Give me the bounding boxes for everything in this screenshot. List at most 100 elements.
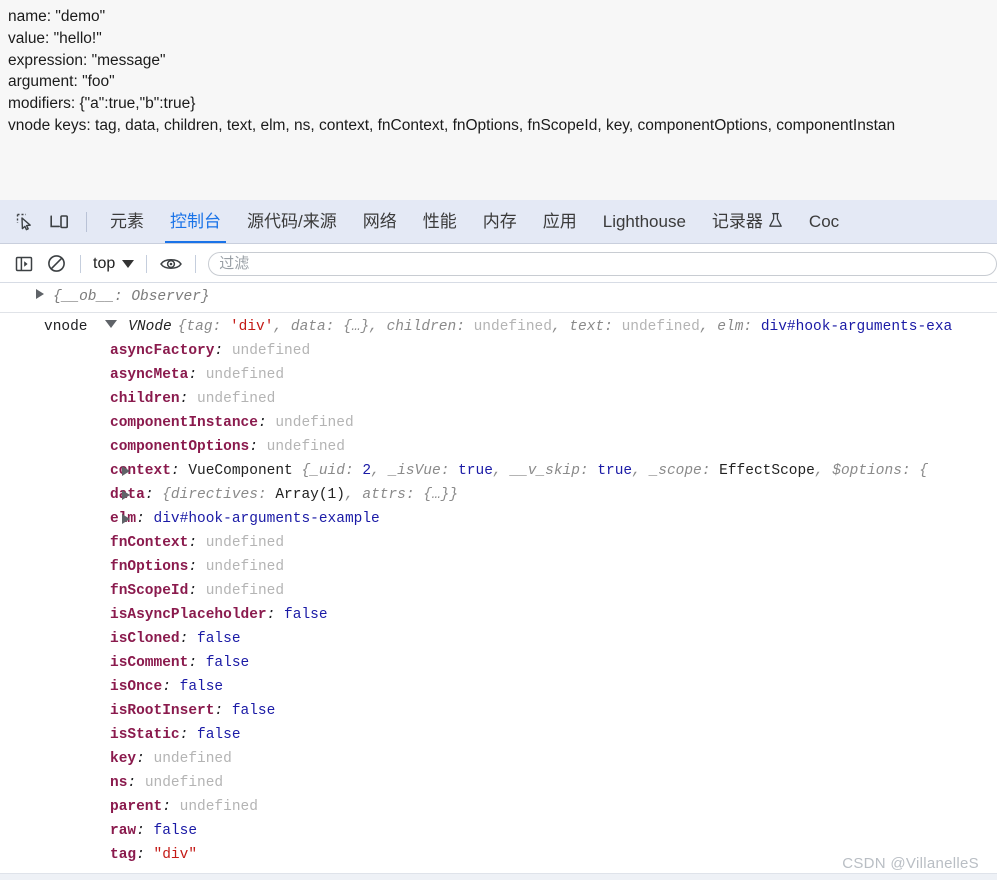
property-value: "div" xyxy=(153,847,198,863)
property-name: componentInstance xyxy=(110,415,258,431)
console-settings-eye-icon[interactable] xyxy=(155,250,187,278)
value-dom[interactable]: div#hook-arguments-exa xyxy=(761,319,952,335)
chevron-down-icon xyxy=(122,259,135,268)
property-colon: : xyxy=(188,583,206,599)
property-colon: : xyxy=(188,655,206,671)
property-value: undefined xyxy=(205,535,285,551)
property-colon: : xyxy=(179,391,198,407)
property-colon: : xyxy=(162,679,180,695)
property-value: undefined xyxy=(275,415,354,431)
device-toolbar-icon[interactable] xyxy=(42,207,76,237)
expand-triangle-icon[interactable] xyxy=(122,514,130,524)
property-colon: : xyxy=(249,439,267,455)
property-value: false xyxy=(231,703,276,719)
devtools-tab-网络[interactable]: 网络 xyxy=(350,200,410,244)
inspect-element-icon[interactable] xyxy=(8,207,42,237)
expand-triangle-icon[interactable] xyxy=(122,490,130,500)
property-row-data[interactable]: data: {directives: Array(1), attrs: {…}} xyxy=(0,483,997,507)
property-value: undefined xyxy=(179,799,258,815)
value-preview: , data: {…}, children: xyxy=(273,319,474,335)
property-value: false xyxy=(197,727,241,743)
console-filter-input[interactable] xyxy=(208,251,997,276)
devtools-tab-内存[interactable]: 内存 xyxy=(470,200,530,244)
tab-label: 源代码/来源 xyxy=(247,212,337,231)
property-row-isCloned: isCloned: false xyxy=(0,627,997,651)
devtools-tab-性能[interactable]: 性能 xyxy=(410,200,470,244)
property-colon: : xyxy=(127,775,145,791)
property-colon: : xyxy=(170,463,189,479)
devtools-tab-控制台[interactable]: 控制台 xyxy=(157,200,234,244)
tab-label: 记录器 xyxy=(711,212,763,231)
console-message-observer[interactable]: {__ob__: Observer} xyxy=(0,283,997,313)
value-preview: {tag: xyxy=(177,319,230,335)
property-value: EffectScope xyxy=(719,463,815,479)
property-name: fnScopeId xyxy=(110,583,189,599)
devtools-tab-Coc[interactable]: Coc xyxy=(796,200,852,244)
vnode-preview-text: {tag: 'div', data: {…}, children: undefi… xyxy=(178,319,953,335)
property-value: true xyxy=(597,463,633,479)
property-row-fnContext: fnContext: undefined xyxy=(0,531,997,555)
property-colon: : xyxy=(257,415,276,431)
vnode-property-list: asyncFactory: undefined asyncMeta: undefi… xyxy=(0,339,997,867)
devtools-tab-Lighthouse[interactable]: Lighthouse xyxy=(590,200,699,244)
page-output-line: modifiers: {"a":true,"b":true} xyxy=(8,95,196,113)
property-colon: : xyxy=(266,607,285,623)
clear-console-icon[interactable] xyxy=(40,250,72,278)
property-name: asyncFactory xyxy=(110,343,215,359)
devtools-tab-元素[interactable]: 元素 xyxy=(97,200,157,244)
devtools-tab-应用[interactable]: 应用 xyxy=(530,200,590,244)
property-name: isOnce xyxy=(110,679,163,695)
devtools-panel: 元素 控制台 源代码/来源 网络 性能 内存 应用 Lighthouse 记录器 Coc top xyxy=(0,200,997,880)
property-value[interactable]: div#hook-arguments-example xyxy=(154,511,380,527)
property-value: false xyxy=(284,607,328,623)
console-toolbar-divider-2 xyxy=(146,254,148,273)
property-name: ns xyxy=(110,775,128,791)
tab-label: 内存 xyxy=(482,212,517,231)
devtools-tab-list: 元素 控制台 源代码/来源 网络 性能 内存 应用 Lighthouse 记录器 Coc xyxy=(97,200,852,244)
execution-context-selector[interactable]: top xyxy=(89,255,138,273)
value-preview: , elm: xyxy=(699,319,761,335)
vnode-class-name: VNode xyxy=(128,319,172,335)
console-message-vnode[interactable]: vnode VNode {tag: 'div', data: {…}, child… xyxy=(0,313,997,870)
property-row-isRootInsert: isRootInsert: false xyxy=(0,699,997,723)
property-colon: : xyxy=(136,751,154,767)
property-row-componentInstance: componentInstance: undefined xyxy=(0,411,997,435)
observer-preview-text: {__ob__: Observer} xyxy=(53,289,210,305)
value-preview: , text: xyxy=(551,319,622,335)
property-name: raw xyxy=(110,823,137,839)
property-name: asyncMeta xyxy=(110,367,189,383)
property-row-fnOptions: fnOptions: undefined xyxy=(0,555,997,579)
console-output: {__ob__: Observer} vnode VNode {tag: 'div… xyxy=(0,283,997,880)
property-name: componentOptions xyxy=(110,439,250,455)
property-row-raw: raw: false xyxy=(0,819,997,843)
property-value: 2 xyxy=(362,463,372,479)
console-toolbar-divider-3 xyxy=(195,254,197,273)
devtools-tab-记录器[interactable]: 记录器 xyxy=(699,200,796,244)
property-row-context[interactable]: context: VueComponent {_uid: 2, _isVue: … xyxy=(0,459,997,483)
expand-triangle-icon[interactable] xyxy=(122,466,130,476)
property-value: undefined xyxy=(205,583,285,599)
property-colon: : xyxy=(144,487,163,503)
collapse-triangle-icon[interactable] xyxy=(105,320,118,328)
property-value: undefined xyxy=(231,343,311,359)
property-value: undefined xyxy=(144,775,224,791)
property-value: , _isVue: xyxy=(371,463,459,479)
property-name: tag xyxy=(110,847,137,863)
expand-triangle-icon[interactable] xyxy=(36,289,44,299)
page-output-line: value: "hello!" xyxy=(8,29,102,47)
property-colon: : xyxy=(188,367,206,383)
property-value: undefined xyxy=(205,367,285,383)
devtools-tab-源代码/来源[interactable]: 源代码/来源 xyxy=(234,200,350,244)
observer-row[interactable]: {__ob__: Observer} xyxy=(0,285,997,309)
console-sidebar-toggle-icon[interactable] xyxy=(8,250,40,278)
property-name: key xyxy=(110,751,137,767)
tab-label: 元素 xyxy=(110,212,144,231)
property-row-elm[interactable]: elm: div#hook-arguments-example xyxy=(0,507,997,531)
property-value: undefined xyxy=(266,439,345,455)
property-row-parent: parent: undefined xyxy=(0,795,997,819)
property-row-children: children: undefined xyxy=(0,387,997,411)
property-value: false xyxy=(179,679,224,695)
tab-label: Lighthouse xyxy=(602,212,686,231)
vnode-header-row[interactable]: vnode VNode {tag: 'div', data: {…}, child… xyxy=(0,315,997,339)
property-colon: : xyxy=(179,631,198,647)
